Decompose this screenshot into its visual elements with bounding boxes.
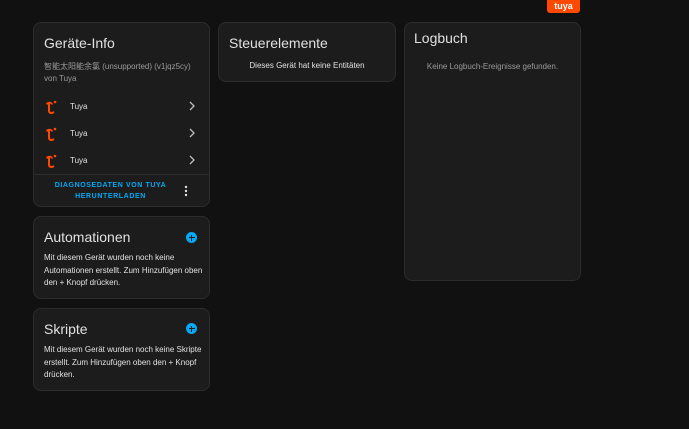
device-row[interactable]: Tuya (34, 95, 209, 121)
device-info-card: Geräte-Info 智能太阳能余氯 (unsupported) (v1jqz… (33, 22, 210, 207)
tuya-icon (46, 100, 57, 115)
device-row-label: Tuya (70, 129, 88, 138)
device-row-label: Tuya (70, 102, 88, 111)
device-manufacturer: von Tuya (44, 74, 77, 83)
automations-empty-text: Mit diesem Gerät wurden noch keine Autom… (44, 253, 203, 287)
more-vertical-icon[interactable] (183, 184, 189, 198)
controls-empty-text: Dieses Gerät hat keine Entitäten (249, 61, 365, 70)
tuya-icon (46, 127, 57, 142)
download-diagnostics-button[interactable]: DIAGNOSEDATEN VON TUYA HERUNTERLADEN (48, 180, 173, 202)
controls-title: Steuerelemente (229, 35, 328, 51)
download-diagnostics-label-line2: HERUNTERLADEN (75, 193, 146, 200)
device-row[interactable]: Tuya (34, 149, 209, 175)
logbook-card: Logbuch Keine Logbuch-Ereignisse gefunde… (404, 22, 581, 281)
device-model: 智能太阳能余氯 (unsupported) (v1jqz5cy) (44, 62, 191, 71)
scripts-empty-text: Mit diesem Gerät wurden noch keine Skrip… (44, 345, 202, 379)
chevron-right-icon (189, 155, 195, 165)
logbook-empty-text: Keine Logbuch-Ereignisse gefunden. (426, 62, 559, 71)
download-diagnostics-label-line1: DIAGNOSEDATEN VON TUYA (54, 182, 167, 189)
chevron-right-icon (189, 101, 195, 111)
tuya-icon (46, 154, 57, 169)
scripts-title: Skripte (44, 321, 88, 337)
chevron-right-icon (189, 128, 195, 138)
device-info-title: Geräte-Info (44, 35, 115, 51)
automations-card: Automationen Mit diesem Gerät wurden noc… (33, 216, 210, 299)
controls-card: Steuerelemente Dieses Gerät hat keine En… (218, 22, 396, 82)
device-row-label: Tuya (70, 156, 88, 165)
device-row[interactable]: Tuya (34, 122, 209, 148)
tuya-logo: tuya (547, 0, 580, 13)
automations-title: Automationen (44, 229, 131, 245)
logbook-title: Logbuch (414, 30, 468, 46)
add-automation-button[interactable] (186, 232, 197, 243)
add-script-button[interactable] (186, 323, 197, 334)
scripts-card: Skripte Mit diesem Gerät wurden noch kei… (33, 308, 210, 391)
divider (34, 174, 209, 175)
